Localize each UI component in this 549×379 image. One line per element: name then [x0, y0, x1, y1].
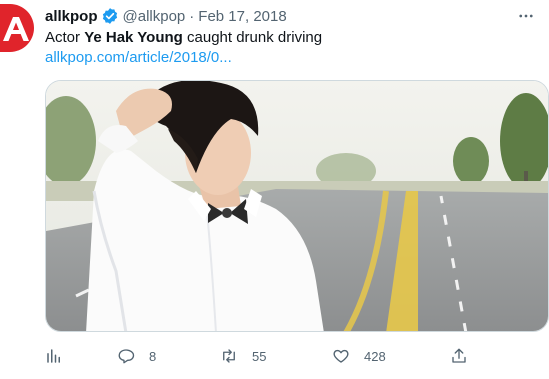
tweet-header: allkpop @allkpop · Feb 17, 2018: [45, 6, 287, 26]
separator-dot: ·: [189, 7, 195, 25]
tweet-text-prefix: Actor: [45, 29, 85, 46]
tweet-text: Actor Ye Hak Young caught drunk driving: [45, 28, 322, 48]
avatar[interactable]: [0, 4, 34, 52]
tweet-text-suffix: caught drunk driving: [182, 29, 323, 46]
author-name[interactable]: allkpop: [45, 8, 98, 25]
retweet-count: 55: [252, 348, 267, 364]
retweet-icon: [223, 349, 235, 363]
like-icon: [333, 349, 349, 363]
reply-button[interactable]: 8: [117, 344, 156, 368]
photo-illustration: [46, 81, 548, 331]
reply-icon: [118, 349, 135, 364]
author-handle[interactable]: @allkpop: [123, 8, 186, 25]
tweet-actions: 8 55 428: [45, 344, 505, 368]
tweet[interactable]: allkpop @allkpop · Feb 17, 2018 Actor Ye…: [0, 0, 549, 379]
allkpop-logo-icon: [3, 17, 29, 41]
reply-count: 8: [149, 348, 157, 364]
like-button[interactable]: 428: [332, 344, 386, 368]
verified-badge-icon: [101, 7, 119, 25]
more-icon[interactable]: [514, 6, 538, 26]
share-icon: [452, 348, 466, 363]
share-button[interactable]: [450, 344, 468, 368]
like-count: 428: [364, 348, 386, 364]
retweet-button[interactable]: 55: [220, 344, 266, 368]
analytics-icon: [47, 349, 60, 363]
tweet-link[interactable]: allkpop.com/article/2018/0...: [45, 48, 232, 68]
tweet-text-bold: Ye Hak Young: [84, 29, 183, 46]
tweet-media-image[interactable]: [45, 80, 549, 332]
analytics-button[interactable]: [45, 344, 63, 368]
tweet-date[interactable]: Feb 17, 2018: [198, 8, 286, 25]
